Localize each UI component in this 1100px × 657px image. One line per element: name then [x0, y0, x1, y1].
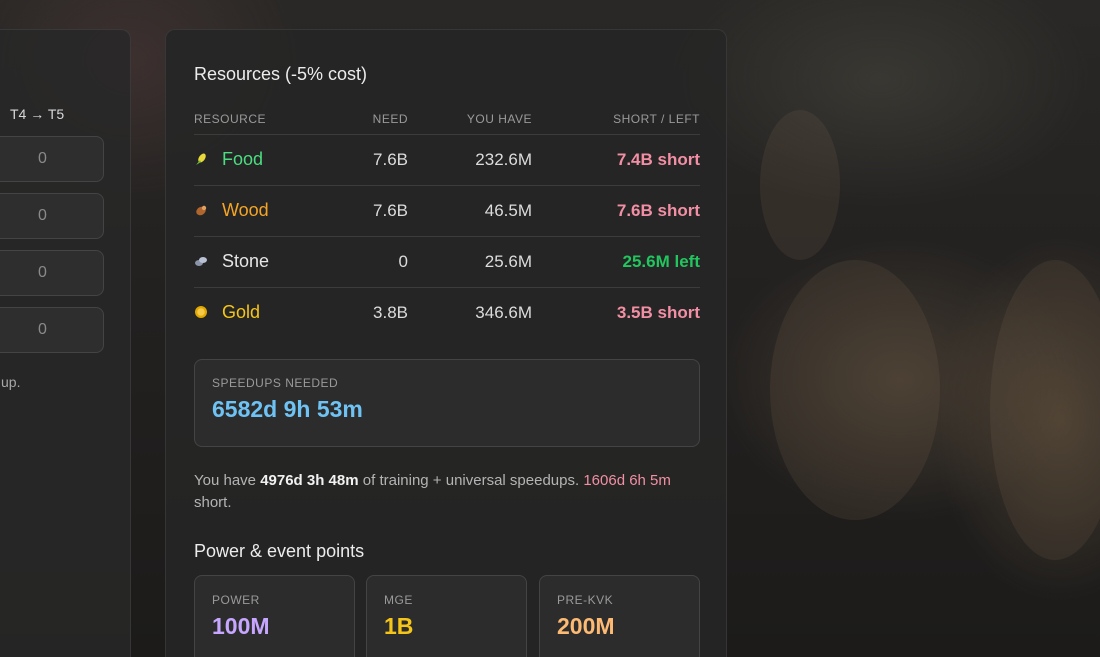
- log-icon: [196, 205, 207, 216]
- need-value: 7.6B: [344, 185, 408, 237]
- summary-suffix: short.: [194, 494, 232, 511]
- gold-coin-icon: [195, 306, 207, 319]
- status-value: 7.6B short: [532, 185, 700, 237]
- resource-cell: Stone: [194, 236, 344, 288]
- tier-input[interactable]: 0: [0, 250, 104, 296]
- tier-input[interactable]: 0: [0, 193, 104, 239]
- speedups-short: 1606d 6h 5m: [583, 472, 671, 489]
- table-row-stone: Stone 0 25.6M 25.6M left: [194, 236, 700, 288]
- corn-icon: [196, 153, 206, 165]
- stat-value: 1B: [384, 613, 414, 639]
- resources-table: RESOURCE NEED YOU HAVE SHORT / LEFT Food…: [194, 104, 700, 338]
- status-value: 3.5B short: [616, 302, 700, 322]
- have-value: 46.5M: [408, 185, 532, 237]
- status-value: 7.4B short: [532, 134, 700, 186]
- need-value: 7.6B: [344, 134, 408, 186]
- background-figure: [770, 260, 940, 520]
- have-value: 232.6M: [408, 134, 532, 186]
- resources-title: Resources (-5% cost): [194, 64, 368, 84]
- resource-cell: Gold: [194, 287, 344, 338]
- table-row-food: Food 7.6B 232.6M 7.4B short: [194, 134, 700, 186]
- background-figure: [760, 110, 840, 260]
- summary-prefix: You have: [194, 472, 261, 489]
- speedups-needed-label: SPEEDUPS NEEDED: [212, 376, 339, 390]
- column-header-resource: RESOURCE: [194, 104, 344, 135]
- resource-name: Gold: [222, 302, 261, 323]
- resource-name: Stone: [222, 251, 270, 271]
- need-value: 0: [344, 236, 408, 288]
- column-header-need: NEED: [344, 104, 408, 135]
- mge-card: MGE 1B: [366, 575, 527, 657]
- resource-name: Wood: [222, 200, 269, 220]
- stat-label: POWER: [212, 593, 260, 607]
- resources-panel: Resources (-5% cost) RESOURCE NEED YOU H…: [165, 29, 727, 657]
- speedups-needed-card: SPEEDUPS NEEDED 6582d 9h 53m: [194, 359, 700, 447]
- stat-label: MGE: [384, 593, 413, 607]
- left-panel: T4 → T5 0 0 0 0 up.: [0, 29, 131, 657]
- have-value: 346.6M: [475, 302, 532, 322]
- table-header-row: RESOURCE NEED YOU HAVE SHORT / LEFT: [194, 104, 700, 135]
- resource-cell: Wood: [194, 185, 344, 237]
- stat-value: 200M: [557, 613, 615, 639]
- table-row-gold: Gold 3.8B 346.6M 3.5B short: [194, 287, 700, 338]
- stone-icon: [195, 257, 207, 266]
- speedups-needed-value: 6582d 9h 53m: [212, 396, 363, 422]
- pre-kvk-card: PRE-KVK 200M: [539, 575, 700, 657]
- tier-input[interactable]: 0: [0, 307, 104, 353]
- speedups-owned: 4976d 3h 48m: [260, 472, 359, 489]
- tier-column-header: T4 → T5: [10, 106, 65, 122]
- have-value: 25.6M: [408, 236, 532, 288]
- table-row-wood: Wood 7.6B 46.5M 7.6B short: [194, 185, 700, 237]
- tier-input[interactable]: 0: [0, 136, 104, 182]
- power-title: Power & event points: [194, 541, 365, 561]
- need-value: 3.8B: [373, 302, 408, 322]
- status-value: 25.6M left: [532, 236, 700, 288]
- background-figure: [990, 260, 1100, 560]
- stat-value: 100M: [212, 613, 270, 639]
- column-header-have: YOU HAVE: [408, 104, 532, 135]
- column-header-short-left: SHORT / LEFT: [532, 104, 700, 135]
- summary-middle: of training + universal speedups.: [358, 472, 584, 489]
- power-card: POWER 100M: [194, 575, 355, 657]
- resource-name: Food: [222, 149, 264, 169]
- speedups-summary: You have 4976d 3h 48m of training + univ…: [194, 470, 700, 514]
- stat-label: PRE-KVK: [557, 593, 614, 607]
- resource-cell: Food: [194, 134, 344, 186]
- left-panel-note: up.: [1, 374, 21, 390]
